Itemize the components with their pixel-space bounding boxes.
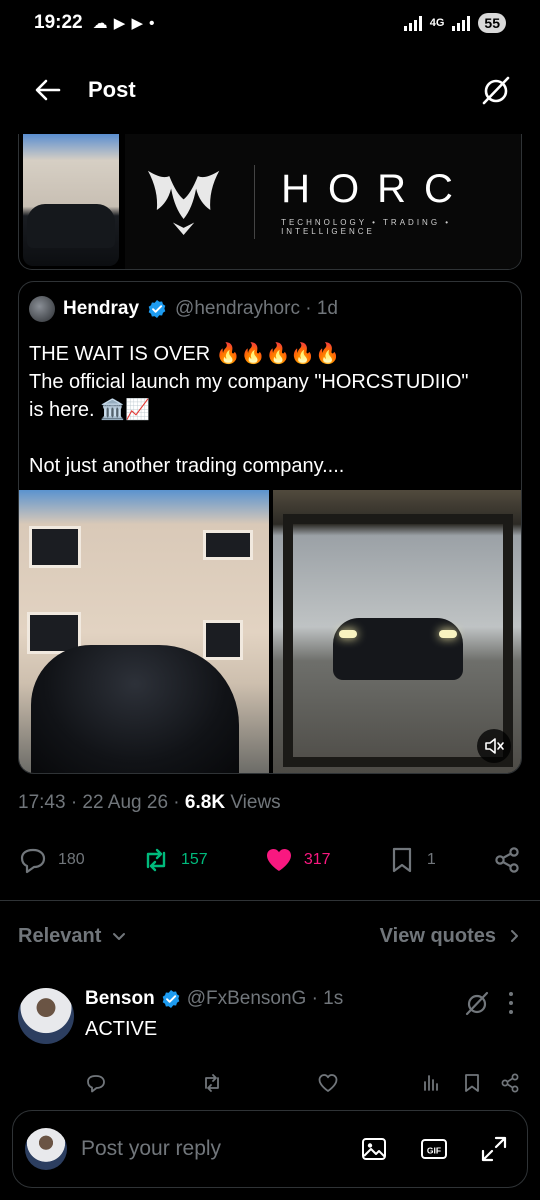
window: [203, 620, 243, 660]
grok-icon[interactable]: [464, 990, 490, 1016]
bookmark-icon[interactable]: [461, 1072, 483, 1094]
sort-dropdown[interactable]: Relevant: [18, 925, 127, 948]
avatar: [25, 1128, 67, 1170]
share-button[interactable]: [492, 845, 522, 875]
headlight: [439, 630, 457, 638]
quoted-post-text: THE WAIT IS OVER 🔥🔥🔥🔥🔥 The official laun…: [29, 340, 509, 480]
views-count[interactable]: 6.8K: [185, 792, 225, 813]
car-shape: [31, 645, 239, 773]
car-shape: [333, 618, 463, 680]
share-icon[interactable]: [499, 1072, 521, 1094]
headlight: [339, 630, 357, 638]
author-name[interactable]: Hendray: [63, 298, 139, 320]
text-line: [29, 424, 509, 452]
signal-icon: [403, 15, 422, 31]
reply-icon[interactable]: [85, 1072, 107, 1094]
bookmark-count: 1: [426, 851, 436, 868]
repost-icon[interactable]: [201, 1072, 223, 1094]
text-line: The official launch my company "HORCSTUD…: [29, 371, 469, 393]
chevron-right-icon: [511, 930, 518, 942]
like-button[interactable]: 317: [264, 845, 331, 875]
speaker-mute-icon: [485, 738, 504, 754]
post-meta: 17:43 · 22 Aug 26 · 6.8K Views: [18, 792, 281, 814]
view-quotes-label: View quotes: [379, 924, 496, 947]
logo-word: HORC: [281, 167, 471, 211]
view-quotes-link[interactable]: View quotes: [380, 925, 522, 948]
grok-icon[interactable]: [480, 74, 512, 106]
logo-divider: [254, 164, 256, 239]
battery-badge: 55: [478, 13, 506, 33]
clock: 19:22: [34, 12, 83, 33]
verified-badge-icon: [148, 300, 166, 318]
reply-count: 180: [58, 851, 85, 868]
quoted-post-header: Hendray @hendrayhorc · 1d: [29, 296, 338, 322]
gif-icon[interactable]: GIF: [419, 1134, 449, 1164]
mute-button[interactable]: [477, 729, 511, 763]
window: [203, 530, 253, 560]
logo-tagline: TECHNOLOGY • TRADING • INTELLIGENCE: [281, 218, 452, 236]
reply-button[interactable]: 180: [18, 845, 85, 875]
text-line: is here. 🏛️📈: [29, 399, 150, 421]
signal-icon-2: [452, 15, 471, 31]
heart-filled-icon: [266, 849, 291, 871]
notification-icons: ☁ ▶ ▶ •: [92, 15, 156, 32]
sort-label: Relevant: [18, 924, 102, 947]
window: [29, 526, 81, 568]
author-handle[interactable]: @FxBensonG · 1s: [187, 988, 344, 1010]
avatar[interactable]: [18, 988, 74, 1044]
expand-icon[interactable]: [479, 1134, 509, 1164]
like-count: 317: [303, 851, 331, 868]
network-label: 4G: [429, 17, 445, 29]
avatar[interactable]: [29, 296, 55, 322]
top-app-bar: Post: [0, 46, 540, 134]
repost-count: 157: [180, 851, 208, 868]
text-line: THE WAIT IS OVER 🔥🔥🔥🔥🔥: [29, 343, 341, 365]
status-left: 19:22 ☁ ▶ ▶ •: [34, 12, 155, 34]
text-line: Not just another trading company....: [29, 455, 345, 477]
back-button[interactable]: [34, 76, 62, 104]
heart-icon[interactable]: [317, 1072, 339, 1094]
reply-input[interactable]: Post your reply: [81, 1137, 359, 1161]
logo-text: HORC TECHNOLOGY • TRADING • INTELLIGENCE: [281, 167, 521, 236]
status-bar: 19:22 ☁ ▶ ▶ • 4G 55: [0, 0, 540, 46]
page-title: Post: [88, 77, 136, 102]
share-icon: [495, 847, 519, 873]
bookmark-icon: [392, 847, 411, 873]
post-actions: 180 157 317 1: [18, 840, 522, 880]
horc-emblem-icon: [147, 170, 220, 235]
reply-text: ACTIVE: [85, 1018, 158, 1040]
car-shape: [27, 204, 115, 248]
reply-post[interactable]: Benson @FxBensonG · 1s ACTIVE: [18, 988, 522, 1100]
horc-logo-image[interactable]: HORC TECHNOLOGY • TRADING • INTELLIGENCE: [125, 134, 521, 269]
more-options-icon[interactable]: [504, 990, 518, 1016]
author-handle[interactable]: @hendrayhorc · 1d: [175, 298, 338, 320]
composer-tools: GIF: [359, 1134, 509, 1164]
arrow-left-icon: [35, 79, 61, 101]
reply-icon: [20, 848, 46, 874]
chevron-down-icon: [113, 933, 126, 940]
bookmark-button[interactable]: 1: [387, 845, 436, 875]
post-timestamp: 17:43 · 22 Aug 26 ·: [18, 792, 185, 813]
reply-header: Benson @FxBensonG · 1s: [85, 988, 343, 1010]
verified-badge-icon: [162, 990, 179, 1008]
house-car-photo-large[interactable]: [19, 490, 269, 773]
gif-label: GIF: [427, 1146, 441, 1156]
reply-actions: [85, 1072, 522, 1096]
replies-filter-row: Relevant View quotes: [18, 920, 522, 952]
divider: [0, 900, 540, 901]
quoted-post-media: [19, 490, 521, 773]
repost-icon: [146, 848, 166, 872]
author-name[interactable]: Benson: [85, 988, 155, 1010]
views-label: Views: [225, 792, 281, 813]
repost-button[interactable]: 157: [141, 845, 208, 875]
garage-car-video[interactable]: [273, 490, 521, 773]
original-post-media[interactable]: HORC TECHNOLOGY • TRADING • INTELLIGENCE: [18, 134, 522, 270]
quoted-post[interactable]: Hendray @hendrayhorc · 1d THE WAIT IS OV…: [18, 281, 522, 774]
reply-composer[interactable]: Post your reply GIF: [12, 1110, 528, 1188]
image-icon[interactable]: [359, 1134, 389, 1164]
status-right: 4G 55: [403, 13, 506, 33]
house-car-photo[interactable]: [23, 134, 119, 266]
analytics-icon[interactable]: [421, 1072, 443, 1094]
